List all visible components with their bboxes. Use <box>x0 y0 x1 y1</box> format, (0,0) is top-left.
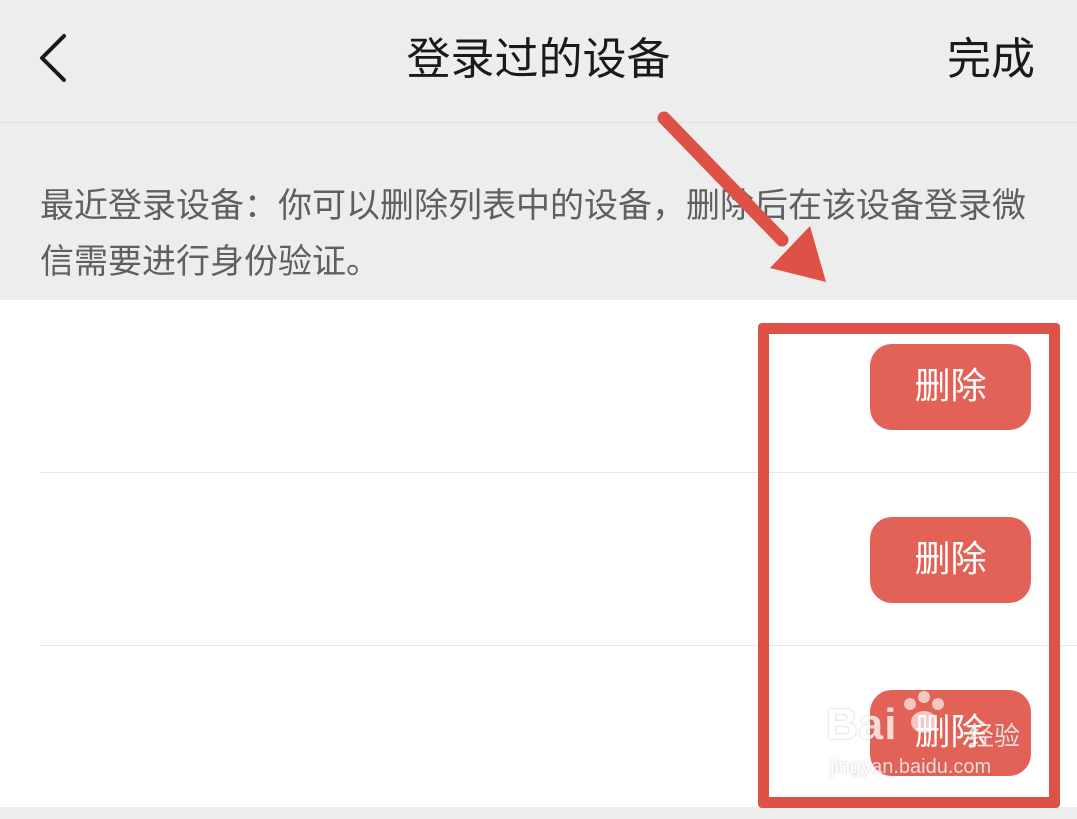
navigation-bar: 登录过的设备 完成 <box>0 0 1077 123</box>
device-row: 删除 <box>0 646 1077 819</box>
device-row: 删除 <box>0 300 1077 473</box>
page-title: 登录过的设备 <box>406 34 671 85</box>
done-button[interactable]: 完成 <box>947 30 1035 90</box>
device-list: 删除 删除 删除 <box>0 300 1077 807</box>
delete-button[interactable]: 删除 <box>870 517 1031 603</box>
device-hint-text: 最近登录设备：你可以删除列表中的设备，删除后在该设备登录微信需要进行身份验证。 <box>40 186 1026 282</box>
delete-button[interactable]: 删除 <box>870 344 1031 430</box>
device-row: 删除 <box>0 473 1077 646</box>
delete-button[interactable]: 删除 <box>870 690 1031 776</box>
